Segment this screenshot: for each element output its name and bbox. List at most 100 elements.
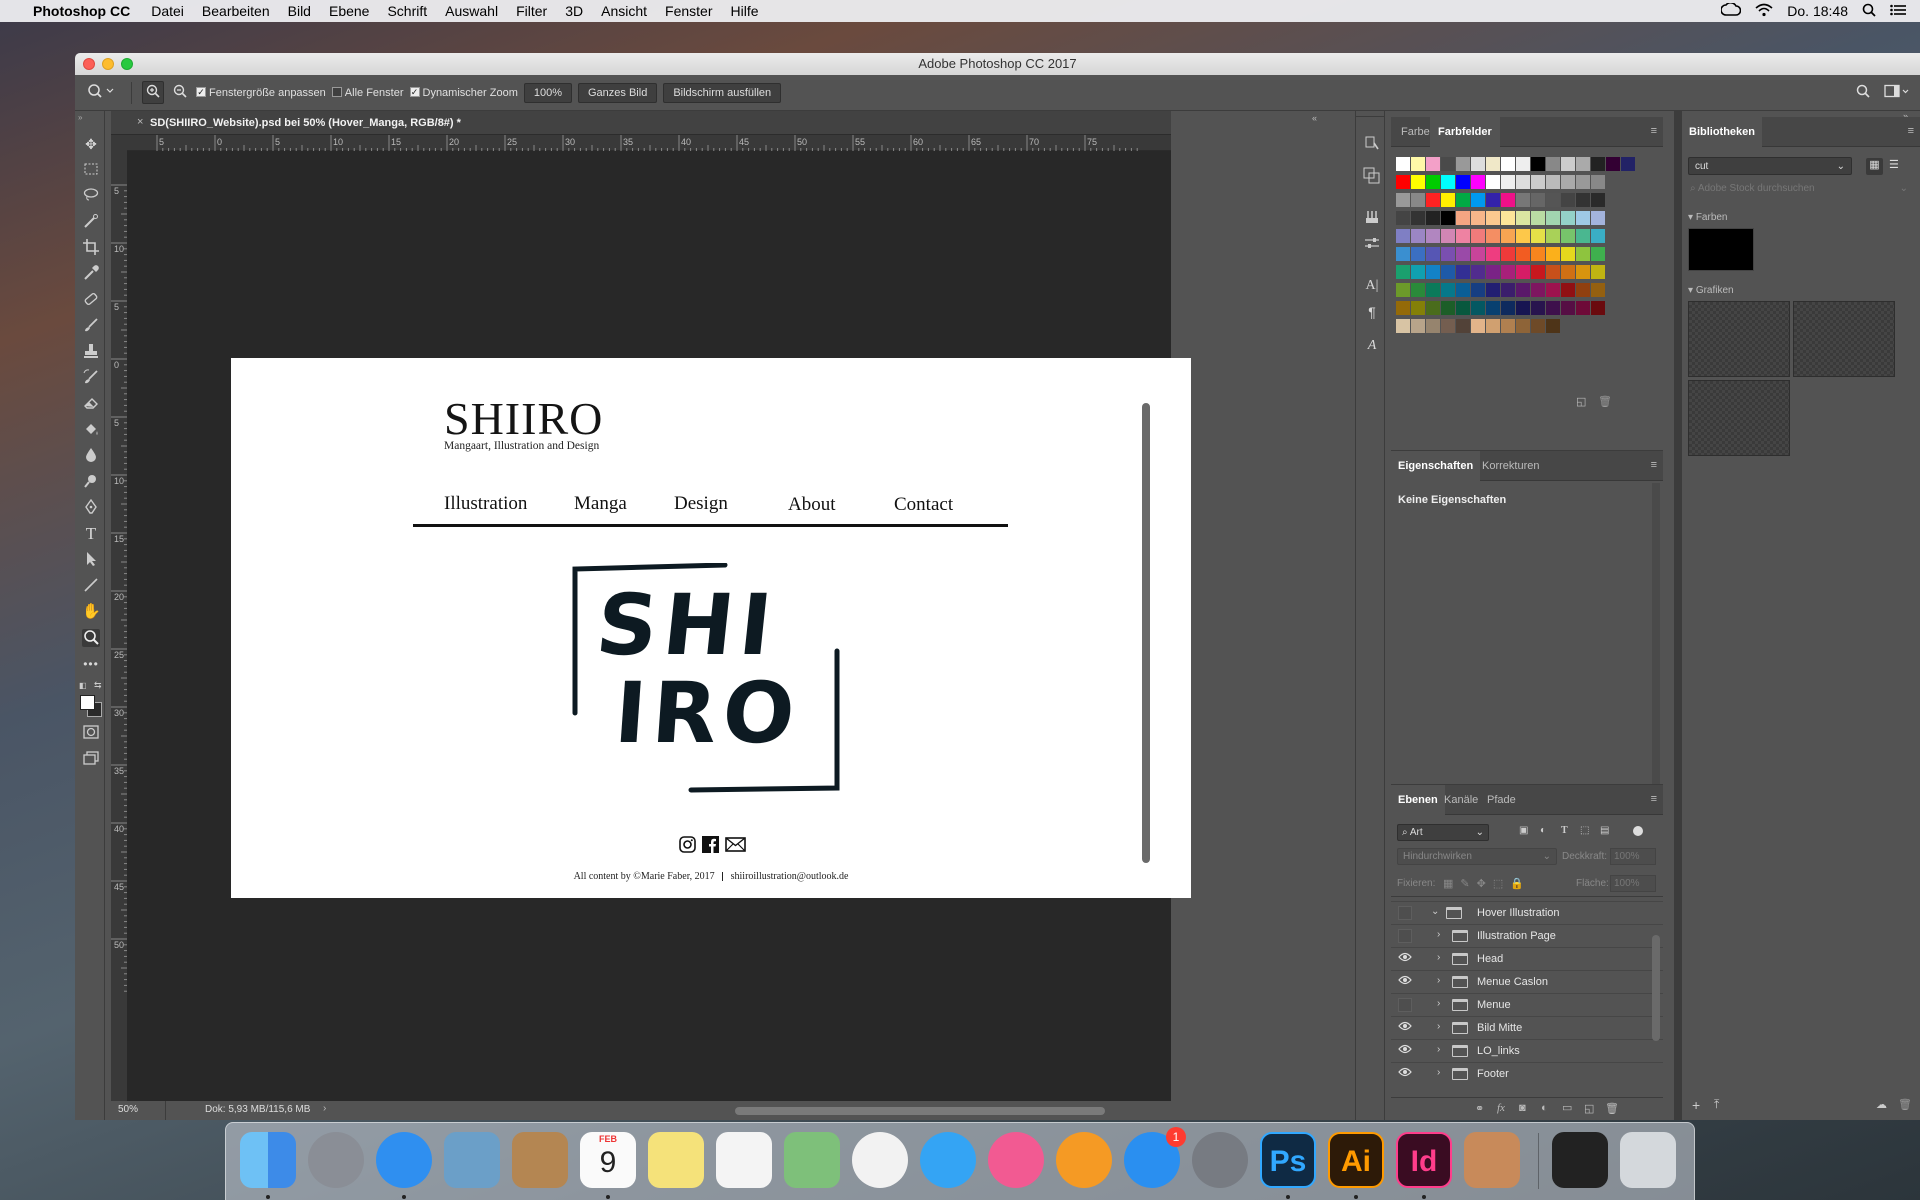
app-menu[interactable]: Photoshop CC (27, 3, 142, 19)
dodge-tool-icon[interactable] (82, 473, 100, 491)
status-menu-arrow-icon[interactable]: › (323, 1103, 326, 1114)
filter-smart-object-icon[interactable]: ▤ (1600, 825, 1609, 836)
color-swatch[interactable] (1456, 319, 1470, 333)
color-swatch[interactable] (1396, 283, 1410, 297)
close-window-button[interactable] (83, 58, 95, 70)
color-swatch[interactable] (1576, 283, 1590, 297)
dock-notes-icon[interactable] (648, 1132, 704, 1188)
lasso-tool-icon[interactable] (82, 187, 100, 205)
color-swatch[interactable] (1561, 301, 1575, 315)
quick-mask-icon[interactable] (82, 725, 100, 743)
zoom-percent-field[interactable]: 100% (523, 82, 572, 103)
layer-row[interactable]: › Menue Caslon (1391, 971, 1663, 994)
color-swatch[interactable] (1396, 157, 1410, 171)
color-swatch[interactable] (1441, 157, 1455, 171)
eye-icon[interactable] (1398, 1067, 1412, 1081)
layers-scrollbar[interactable] (1652, 935, 1660, 1041)
tab-paths[interactable]: Pfade (1487, 794, 1516, 806)
tab-channels[interactable]: Kanäle (1444, 794, 1478, 806)
color-swatch[interactable] (1426, 211, 1440, 225)
color-swatch[interactable] (1591, 283, 1605, 297)
new-layer-icon[interactable]: ◱ (1584, 1102, 1594, 1115)
chevron-right-icon[interactable]: › (1437, 1021, 1440, 1032)
layer-filter-select[interactable]: ⌕ Art ⌄ (1397, 824, 1489, 841)
dock-photos-icon[interactable] (852, 1132, 908, 1188)
color-swatch[interactable] (1441, 247, 1455, 261)
dock-preview-icon[interactable] (444, 1132, 500, 1188)
color-swatch[interactable] (1546, 247, 1560, 261)
color-swatch[interactable] (1426, 265, 1440, 279)
dock-reminders-icon[interactable] (716, 1132, 772, 1188)
dock-safari-icon[interactable] (376, 1132, 432, 1188)
color-swatch[interactable] (1546, 157, 1560, 171)
panel-menu-icon[interactable]: ≡ (1651, 125, 1657, 137)
color-swatch[interactable] (1411, 229, 1425, 243)
add-content-icon[interactable]: + (1692, 1097, 1700, 1113)
paragraph-panel-icon[interactable]: ¶ (1363, 303, 1381, 321)
tab-properties[interactable]: Eigenschaften (1391, 451, 1481, 481)
layer-row[interactable]: › Menue (1391, 994, 1663, 1017)
color-swatch[interactable] (1486, 193, 1500, 207)
tab-layers[interactable]: Ebenen (1391, 785, 1445, 815)
instagram-icon[interactable] (679, 836, 696, 856)
eye-icon[interactable] (1398, 975, 1412, 989)
colors-section-header[interactable]: ▾ Farben (1688, 212, 1728, 223)
panel-menu-icon[interactable]: ≡ (1908, 125, 1914, 137)
color-swatch[interactable] (1471, 193, 1485, 207)
visibility-toggle[interactable] (1398, 998, 1412, 1012)
panel-menu-icon[interactable]: ≡ (1651, 459, 1657, 471)
list-view-icon[interactable]: ☰ (1889, 158, 1899, 171)
color-swatch[interactable] (1486, 283, 1500, 297)
nav-contact[interactable]: Contact (894, 494, 953, 516)
zoom-in-icon[interactable] (142, 81, 164, 104)
color-swatch[interactable] (1441, 175, 1455, 189)
color-swatch[interactable] (1456, 301, 1470, 315)
panel-menu-icon[interactable]: ≡ (1651, 793, 1657, 805)
color-swatch[interactable] (1411, 283, 1425, 297)
color-swatch[interactable] (1531, 211, 1545, 225)
color-swatch[interactable] (1576, 157, 1590, 171)
dock-system-preferences-icon[interactable] (1192, 1132, 1248, 1188)
color-swatch[interactable] (1396, 265, 1410, 279)
new-swatch-icon[interactable]: ◱ (1576, 395, 1586, 408)
color-swatch[interactable] (1516, 319, 1530, 333)
wifi-icon[interactable] (1755, 3, 1773, 20)
screen-mode-icon[interactable] (82, 751, 100, 769)
color-swatch[interactable] (1501, 229, 1515, 243)
menu-3d[interactable]: 3D (556, 3, 592, 19)
fill-screen-button[interactable]: Bildschirm ausfüllen (663, 82, 782, 103)
color-swatch[interactable] (1546, 301, 1560, 315)
color-swatch[interactable] (1501, 247, 1515, 261)
color-swatch[interactable] (1546, 319, 1560, 333)
color-swatch[interactable] (1501, 319, 1515, 333)
clock[interactable]: Do. 18:48 (1787, 3, 1848, 19)
color-swatch[interactable] (1561, 283, 1575, 297)
blend-mode-select[interactable]: Hindurchwirken ⌄ (1397, 848, 1557, 865)
color-swatch[interactable] (1426, 175, 1440, 189)
color-swatch[interactable] (1561, 247, 1575, 261)
resize-windows-checkbox[interactable]: ✓ Fenstergröße anpassen (196, 87, 326, 99)
color-swatch[interactable] (1591, 265, 1605, 279)
color-swatch[interactable] (1591, 193, 1605, 207)
opacity-field[interactable]: 100% (1610, 848, 1656, 865)
layer-style-icon[interactable]: fx (1497, 1102, 1505, 1114)
delete-layer-icon[interactable]: 🗑 (1605, 1102, 1619, 1115)
line-tool-icon[interactable] (82, 577, 100, 595)
color-swatch[interactable] (1486, 319, 1500, 333)
filter-pixel-icon[interactable]: ▣ (1519, 825, 1528, 836)
tab-color[interactable]: Farbe (1401, 126, 1430, 138)
brush-tool-icon[interactable] (82, 317, 100, 335)
eraser-tool-icon[interactable] (82, 395, 100, 413)
brush-presets-panel-icon[interactable] (1363, 209, 1381, 227)
library-graphic[interactable] (1688, 380, 1790, 456)
color-swatch[interactable] (1546, 175, 1560, 189)
mail-icon[interactable] (725, 837, 746, 855)
zoom-tool-preset-icon[interactable] (87, 83, 121, 102)
scrubby-zoom-checkbox[interactable]: ✓ Dynamischer Zoom (409, 87, 518, 99)
color-swatch[interactable] (1396, 193, 1410, 207)
dock-illustrator-icon[interactable]: Ai (1328, 1132, 1384, 1188)
color-swatch[interactable] (1426, 319, 1440, 333)
color-swatch[interactable] (1396, 319, 1410, 333)
move-tool-icon[interactable]: ✥ (82, 135, 100, 153)
color-swatch[interactable] (1411, 193, 1425, 207)
